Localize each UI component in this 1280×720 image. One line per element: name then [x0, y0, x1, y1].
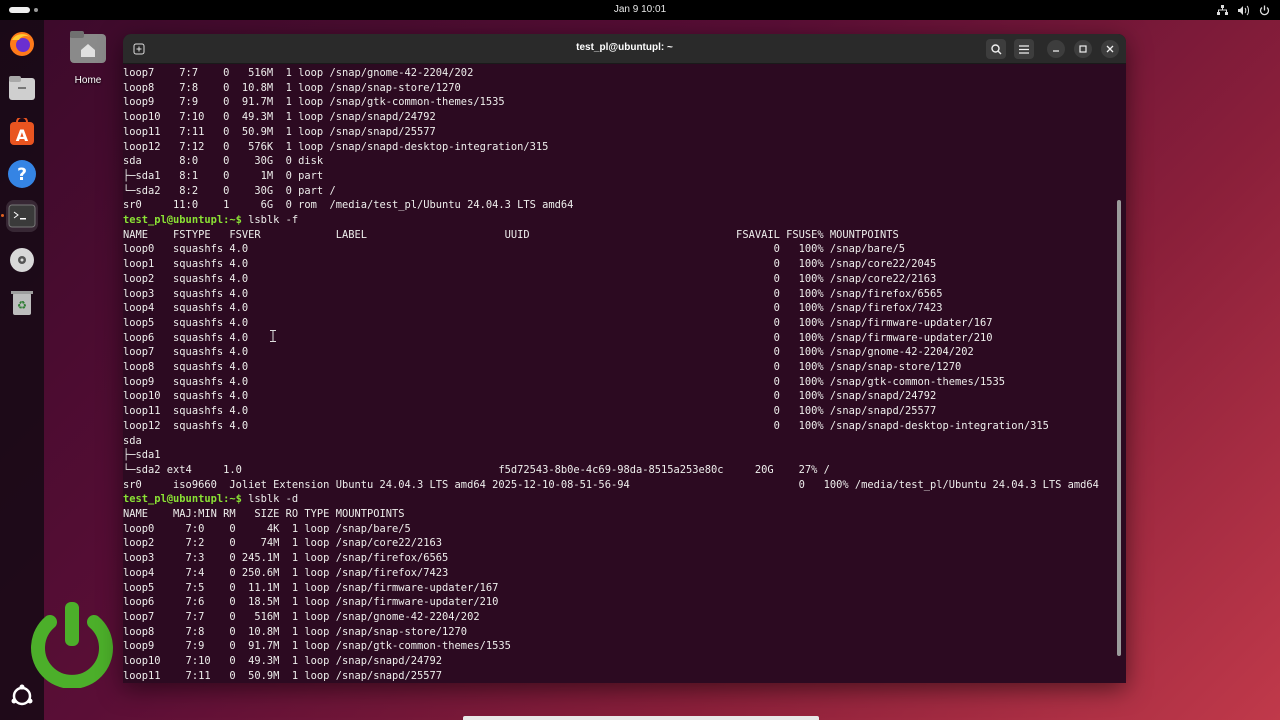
command-text: lsblk -d: [241, 493, 299, 506]
output-line: NAME FSTYPE FSVER LABEL UUID FSAVAIL FSU…: [123, 228, 899, 241]
firefox-icon: [10, 32, 34, 56]
output-line: loop11 squashfs 4.0 0 100% /snap/snapd/2…: [123, 405, 937, 418]
desktop-home-folder[interactable]: Home: [68, 30, 108, 86]
files-icon: [9, 76, 35, 100]
output-line: sr0 11:0 1 6G 0 rom /media/test_pl/Ubunt…: [123, 199, 574, 212]
output-line: loop9 7:9 0 91.7M 1 loop /snap/gtk-commo…: [123, 96, 505, 109]
output-line: loop7 7:7 0 516M 1 loop /snap/gnome-42-2…: [123, 67, 474, 79]
output-line: loop0 7:0 0 4K 1 loop /snap/bare/5: [123, 522, 411, 535]
output-line: loop6 7:6 0 18.5M 1 loop /snap/firmware-…: [123, 596, 499, 609]
output-line: loop9 squashfs 4.0 0 100% /snap/gtk-comm…: [123, 375, 1006, 388]
files-launcher[interactable]: [6, 72, 38, 104]
app-center-icon: A: [10, 118, 34, 145]
output-line: └─sda2 ext4 1.0 f5d72543-8b0e-4c69-98da-…: [123, 463, 830, 476]
output-line: sda: [123, 434, 142, 447]
window-title: test_pl@ubuntupl: ~: [576, 42, 673, 53]
network-icon[interactable]: [1216, 4, 1228, 16]
disc-launcher[interactable]: [6, 244, 38, 276]
app-center-launcher[interactable]: A: [6, 116, 38, 148]
terminal-output[interactable]: loop7 7:7 0 516M 1 loop /snap/gnome-42-2…: [123, 65, 1119, 683]
output-line: loop5 7:5 0 11.1M 1 loop /snap/firmware-…: [123, 581, 499, 594]
output-line: loop9 7:9 0 91.7M 1 loop /snap/gtk-commo…: [123, 640, 511, 653]
output-line: loop3 squashfs 4.0 0 100% /snap/firefox/…: [123, 287, 943, 300]
output-line: loop8 7:8 0 10.8M 1 loop /snap/snap-stor…: [123, 81, 461, 94]
terminal-window[interactable]: test_pl@ubuntupl: ~ loop7 7:7 0 516M 1 l…: [123, 34, 1126, 683]
output-line: loop12 7:12 0 576K 1 loop /snap/snapd-de…: [123, 140, 549, 153]
svg-text:A: A: [16, 126, 29, 145]
output-line: loop2 7:2 0 74M 1 loop /snap/core22/2163: [123, 537, 443, 550]
terminal-icon: [8, 204, 36, 228]
output-line: loop8 squashfs 4.0 0 100% /snap/snap-sto…: [123, 361, 962, 373]
output-line: loop10 squashfs 4.0 0 100% /snap/snapd/2…: [123, 390, 937, 403]
output-line: └─sda2 8:2 0 30G 0 part /: [123, 184, 336, 197]
output-line: loop10 7:10 0 49.3M 1 loop /snap/snapd/2…: [123, 655, 443, 667]
output-line: loop6 squashfs 4.0 0 100% /snap/firmware…: [123, 331, 993, 344]
output-line: loop12 squashfs 4.0 0 100% /snap/snapd-d…: [123, 419, 1049, 432]
terminal-launcher[interactable]: [6, 200, 38, 232]
output-line: loop5 squashfs 4.0 0 100% /snap/firmware…: [123, 316, 993, 329]
output-line: loop0 squashfs 4.0 0 100% /snap/bare/5: [123, 243, 905, 256]
svg-text:♻: ♻: [17, 299, 27, 312]
top-bar: Jan 9 10:01: [0, 0, 1280, 20]
output-line: loop11 7:11 0 50.9M 1 loop /snap/snapd/2…: [123, 125, 436, 138]
output-line: NAME MAJ:MIN RM SIZE RO TYPE MOUNTPOINTS: [123, 508, 405, 520]
trash-launcher[interactable]: ♻: [6, 286, 38, 318]
close-icon: [1106, 45, 1114, 53]
output-line: ├─sda1 8:1 0 1M 0 part: [123, 169, 324, 182]
help-launcher[interactable]: ?: [6, 158, 38, 190]
trash-icon: ♻: [11, 291, 33, 315]
output-line: loop7 squashfs 4.0 0 100% /snap/gnome-42…: [123, 346, 974, 359]
output-line: loop2 squashfs 4.0 0 100% /snap/core22/2…: [123, 272, 937, 285]
command-line: test_pl@ubuntupl:~$ lsblk -d: [123, 492, 298, 507]
output-line: sr0 iso9660 Joliet Extension Ubuntu 24.0…: [123, 478, 1099, 491]
output-line: loop1 squashfs 4.0 0 100% /snap/core22/2…: [123, 258, 937, 271]
shell-prompt: test_pl@ubuntupl:~$: [123, 493, 242, 506]
output-line: loop7 7:7 0 516M 1 loop /snap/gnome-42-2…: [123, 610, 480, 623]
menu-button[interactable]: [1014, 39, 1034, 59]
minimize-icon: [1053, 50, 1059, 52]
disc-icon: [10, 248, 34, 272]
close-button[interactable]: [1101, 40, 1119, 58]
running-indicator: [1, 214, 4, 217]
scrollbar[interactable]: [1117, 200, 1121, 656]
search-button[interactable]: [986, 39, 1006, 59]
window-titlebar[interactable]: test_pl@ubuntupl: ~: [123, 34, 1126, 64]
output-line: loop3 7:3 0 245.1M 1 loop /snap/firefox/…: [123, 552, 449, 565]
home-folder-icon: [70, 31, 106, 63]
volume-icon[interactable]: [1237, 4, 1249, 16]
output-line: sda 8:0 0 30G 0 disk: [123, 155, 324, 168]
shell-prompt: test_pl@ubuntupl:~$: [123, 214, 242, 226]
text-cursor-icon: [270, 330, 276, 342]
command-line: test_pl@ubuntupl:~$ lsblk -f: [123, 213, 298, 228]
hamburger-icon: [1019, 44, 1029, 54]
clock[interactable]: Jan 9 10:01: [0, 4, 1280, 15]
home-folder-label: Home: [74, 75, 102, 86]
firefox-launcher[interactable]: [6, 28, 38, 60]
power-logo-icon: [31, 602, 113, 688]
search-icon: [990, 43, 1001, 54]
maximize-button[interactable]: [1074, 40, 1092, 58]
output-line: loop10 7:10 0 49.3M 1 loop /snap/snapd/2…: [123, 111, 436, 124]
bottom-edge-bar: [463, 716, 819, 720]
maximize-icon: [1079, 45, 1087, 53]
output-line: loop4 squashfs 4.0 0 100% /snap/firefox/…: [123, 302, 943, 315]
svg-text:?: ?: [17, 165, 27, 185]
output-line: loop11 7:11 0 50.9M 1 loop /snap/snapd/2…: [123, 669, 443, 682]
help-icon: ?: [8, 160, 36, 188]
minimize-button[interactable]: [1047, 40, 1065, 58]
output-line: loop8 7:8 0 10.8M 1 loop /snap/snap-stor…: [123, 625, 468, 638]
power-menu-icon[interactable]: [1258, 4, 1270, 16]
system-tray[interactable]: [1216, 3, 1270, 17]
output-line: loop4 7:4 0 250.6M 1 loop /snap/firefox/…: [123, 566, 449, 579]
command-text: lsblk -f: [241, 214, 299, 226]
output-line: ├─sda1: [123, 449, 161, 462]
